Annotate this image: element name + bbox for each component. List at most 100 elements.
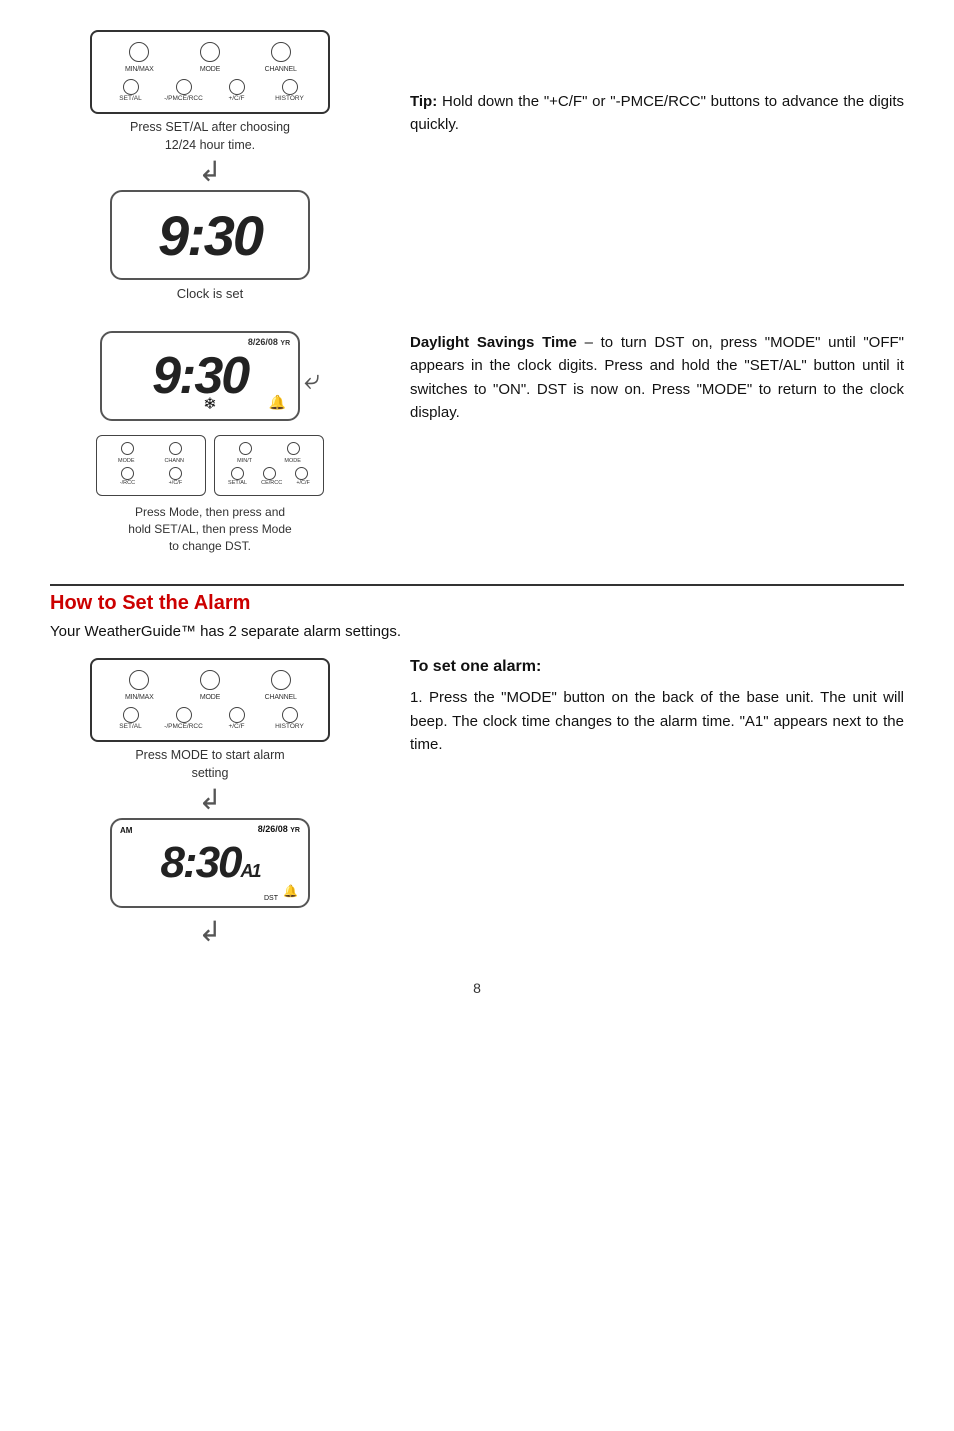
alarm-mode-lbl: MODE: [190, 694, 230, 701]
clock-display-set: 9:30: [110, 190, 310, 280]
alarm-minmax-btn: [129, 670, 149, 690]
page-number: 8: [50, 980, 904, 996]
dst-mint-btn: [239, 442, 252, 455]
dst-left-labels: MODE CHANN: [103, 458, 199, 464]
dst-mode2-btn: [287, 442, 300, 455]
dst-mode2-lbl: MODE: [284, 458, 301, 464]
alarm-title: How to Set the Alarm: [50, 592, 904, 615]
alarm-arrow-down2-icon: ↲: [198, 918, 221, 946]
alarm-subtitle: Your WeatherGuide™ has 2 separate alarm …: [50, 623, 904, 640]
dst-cf2-lbl: +/C/F: [169, 480, 183, 486]
alarm-pmce-btn: [176, 707, 192, 723]
device-illustration-top: MIN/MAX MODE CHANNEL SET/AL -/PMCE/RCC +…: [90, 30, 330, 114]
minmax-button: [129, 42, 149, 62]
dst-rcc-lbl: -/RCC: [120, 480, 135, 486]
dst-cf3-btn: [295, 467, 308, 480]
alarm-device-caption: Press MODE to start alarmsetting: [135, 747, 284, 782]
dst-clock-wrapper: 8/26/08 YR 9:30 ❄ 🔔: [100, 331, 300, 429]
alarm-header: How to Set the Alarm: [50, 584, 904, 615]
alarm-setal-btn: [123, 707, 139, 723]
dst-cf3-lbl: +/C/F: [296, 480, 310, 486]
mode-label: MODE: [190, 66, 230, 73]
dst-mode-btn: [121, 442, 134, 455]
alarm-arrow-down-icon: ↲: [198, 786, 221, 814]
dst-devices-row: MODE CHANN -/RCC +/C/F MIN/T: [96, 435, 324, 496]
alarm-bell-icon: 🔔: [269, 394, 286, 411]
history-button: [282, 79, 298, 95]
alarm-history-btn: [282, 707, 298, 723]
alarm-am-label: AM: [120, 826, 132, 835]
dst-cf-btn: [169, 467, 182, 480]
alarm-left: MIN/MAX MODE CHANNEL SET/AL -/PMCE/RCC +…: [50, 658, 370, 950]
dst-device-left: MODE CHANN -/RCC +/C/F: [96, 435, 206, 496]
alarm-a1-label: A1: [241, 861, 260, 881]
dst-chann-btn: [169, 442, 182, 455]
channel-button: [271, 42, 291, 62]
alarm-sub-title: To set one alarm:: [410, 658, 904, 676]
arrow-down-icon: ↲: [198, 158, 221, 186]
alarm-top-button-row: [104, 670, 316, 690]
bottom-button-labels: SET/AL -/PMCE/RCC +/C/F HISTORY: [104, 95, 316, 102]
alarm-minmax-lbl: MIN/MAX: [119, 694, 159, 701]
dst-left: 8/26/08 YR 9:30 ❄ 🔔 ⤶ MODE CHANN: [50, 331, 370, 554]
tip-title: Tip:: [410, 93, 437, 110]
alarm-channel-lbl: CHANNEL: [261, 694, 301, 701]
tip-body: Hold down the "+C/F" or "-PMCE/RCC" butt…: [410, 93, 904, 133]
clock-is-set-label: Clock is set: [177, 286, 243, 301]
dst-mint-lbl: MIN/T: [237, 458, 252, 464]
alarm-device-illustration: MIN/MAX MODE CHANNEL SET/AL -/PMCE/RCC +…: [90, 658, 330, 742]
dst-mode-lbl: MODE: [118, 458, 135, 464]
dst-section: 8/26/08 YR 9:30 ❄ 🔔 ⤶ MODE CHANN: [50, 331, 904, 554]
clock-set-left: MIN/MAX MODE CHANNEL SET/AL -/PMCE/RCC +…: [50, 30, 370, 301]
dst-device-right: MIN/T MODE SET/AL CE/RCC +/C/F: [214, 435, 324, 496]
alarm-section: MIN/MAX MODE CHANNEL SET/AL -/PMCE/RCC +…: [50, 658, 904, 950]
alarm-channel-btn: [271, 670, 291, 690]
alarm-mode-btn: [200, 670, 220, 690]
channel-label: CHANNEL: [261, 66, 301, 73]
clock-set-right: Tip: Hold down the "+C/F" or "-PMCE/RCC"…: [370, 30, 904, 137]
alarm-cf-lbl: +/C/F: [212, 723, 262, 730]
snowflake-icon: ❄: [203, 394, 216, 414]
dst-clock-row: 8/26/08 YR 9:30 ❄ 🔔 ⤶: [100, 331, 320, 429]
bottom-button-row: [104, 79, 316, 95]
dst-setal-lbl: SET/AL: [228, 480, 247, 486]
dst-cercc-btn: [263, 467, 276, 480]
cf-button: [229, 79, 245, 95]
dst-left-labels2: -/RCC +/C/F: [103, 480, 199, 486]
alarm-instructions: 1. Press the "MODE" button on the back o…: [410, 686, 904, 756]
clock-set-section: MIN/MAX MODE CHANNEL SET/AL -/PMCE/RCC +…: [50, 30, 904, 301]
pmce-button: [176, 79, 192, 95]
cf-label: +/C/F: [212, 95, 262, 102]
dst-clock-time: 9:30: [152, 346, 248, 406]
alarm-cf-btn: [229, 707, 245, 723]
top-button-labels: MIN/MAX MODE CHANNEL: [104, 66, 316, 73]
top-button-row: [104, 42, 316, 62]
dst-paragraph: Daylight Savings Time – to turn DST on, …: [410, 331, 904, 424]
alarm-right: To set one alarm: 1. Press the "MODE" bu…: [370, 658, 904, 756]
dst-right-labels2: SET/AL CE/RCC +/C/F: [221, 480, 317, 486]
alarm-date-overlay: 8/26/08 YR: [258, 824, 300, 834]
alarm-bottom-button-row: [104, 707, 316, 723]
tip-paragraph: Tip: Hold down the "+C/F" or "-PMCE/RCC"…: [410, 90, 904, 137]
alarm-bottom-labels: SET/AL -/PMCE/RCC +/C/F HISTORY: [104, 723, 316, 730]
dst-left-btn-row: [103, 442, 199, 455]
dst-caption: Press Mode, then press andhold SET/AL, t…: [128, 504, 291, 554]
dst-right-btn-row2: [221, 467, 317, 480]
dst-setal2-btn: [231, 467, 244, 480]
alarm-dst-label: DST: [264, 895, 278, 902]
dst-rcc-btn: [121, 467, 134, 480]
setal-label: SET/AL: [106, 95, 156, 102]
alarm-history-lbl: HISTORY: [265, 723, 315, 730]
dst-date-overlay: 8/26/08 YR: [248, 337, 290, 347]
clock-time-value: 9:30: [158, 203, 262, 268]
clock-set-caption: Press SET/AL after choosing12/24 hour ti…: [130, 119, 290, 154]
dst-side-arrow-icon: ⤶: [304, 364, 320, 397]
alarm-setal-lbl: SET/AL: [106, 723, 156, 730]
alarm-clock-time-value: 8:30A1: [160, 838, 259, 888]
dst-right-labels: MIN/T MODE: [221, 458, 317, 464]
minmax-label: MIN/MAX: [119, 66, 159, 73]
dst-left-btn-row2: [103, 467, 199, 480]
alarm-bell-small-icon: 🔔: [283, 884, 298, 898]
dst-right: Daylight Savings Time – to turn DST on, …: [370, 331, 904, 424]
alarm-pmce-lbl: -/PMCE/RCC: [159, 723, 209, 730]
